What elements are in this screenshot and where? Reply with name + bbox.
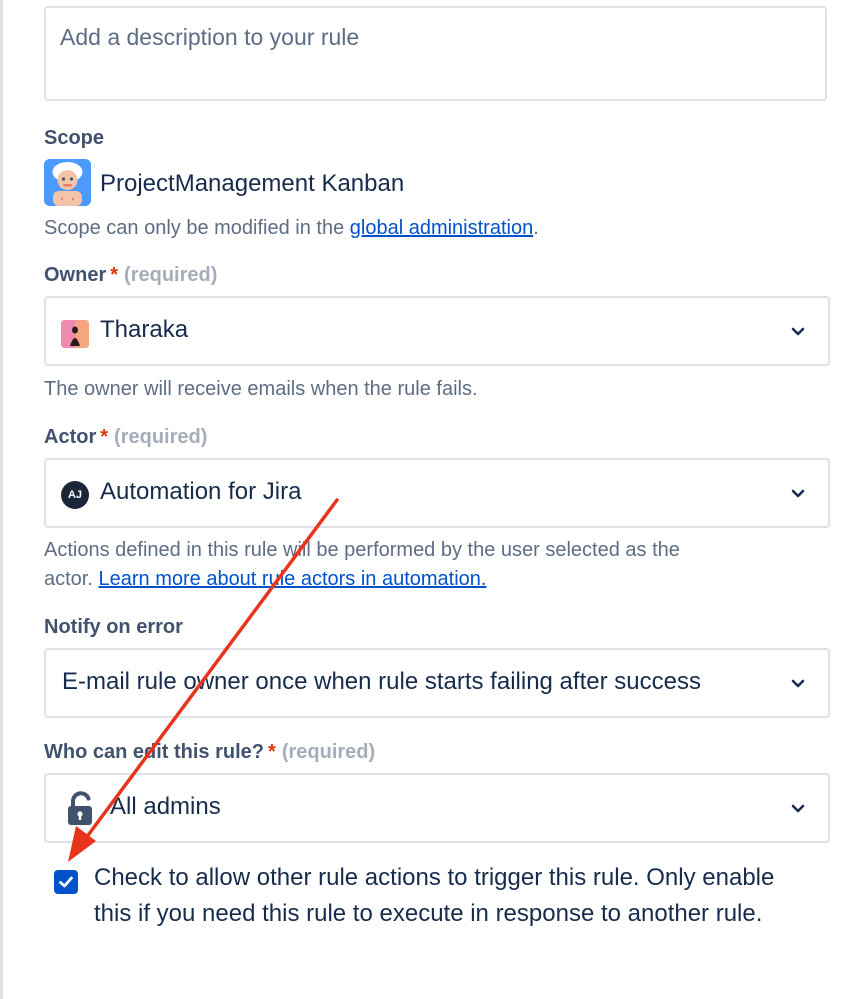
owner-value: Tharaka <box>100 316 189 343</box>
editors-label-text: Who can edit this rule? <box>44 741 265 763</box>
scope-help-text: Scope can only be modified in the global… <box>44 214 539 243</box>
description-textarea[interactable]: Add a description to your rule <box>44 6 827 101</box>
checkmark-icon <box>59 876 73 888</box>
owner-help-text: The owner will receive emails when the r… <box>44 378 478 400</box>
actor-help-line2-prefix: actor. <box>44 568 99 590</box>
scope-project-name: ProjectManagement Kanban <box>100 170 405 197</box>
scope-help-prefix: Scope can only be modified in the <box>44 217 350 239</box>
required-hint: (required) <box>114 426 208 448</box>
editors-label: Who can edit this rule? * (required) <box>44 741 375 764</box>
scope-help-suffix: . <box>533 217 539 239</box>
required-hint: (required) <box>124 264 218 286</box>
chevron-down-icon <box>791 327 805 336</box>
owner-label: Owner * (required) <box>44 264 217 287</box>
required-asterisk: * <box>100 426 109 448</box>
notify-select[interactable]: E-mail rule owner once when rule starts … <box>44 648 830 718</box>
required-asterisk: * <box>268 741 276 763</box>
chevron-down-icon <box>791 679 805 688</box>
required-asterisk: * <box>110 264 119 286</box>
actor-help-text: Actions defined in this rule will be per… <box>44 536 814 594</box>
chevron-down-icon <box>791 489 805 498</box>
actor-label-text: Actor <box>44 426 97 448</box>
actor-select[interactable]: AJ Automation for Jira <box>44 458 830 528</box>
actor-label: Actor * (required) <box>44 426 207 449</box>
allow-trigger-checkbox[interactable] <box>54 870 78 894</box>
editors-select[interactable]: All admins <box>44 773 830 843</box>
description-placeholder: Add a description to your rule <box>60 24 360 50</box>
actor-help-line1: Actions defined in this rule will be per… <box>44 539 680 561</box>
owner-label-text: Owner <box>44 264 107 286</box>
actor-avatar: AJ <box>61 481 89 509</box>
scope-label: Scope <box>44 127 105 149</box>
project-avatar-icon <box>44 159 91 206</box>
global-administration-link[interactable]: global administration <box>350 217 533 239</box>
notify-label: Notify on error <box>44 616 183 638</box>
required-hint: (required) <box>281 741 376 763</box>
rule-actors-link[interactable]: Learn more about rule actors in automati… <box>98 568 486 590</box>
owner-avatar <box>61 320 89 348</box>
actor-value: Automation for Jira <box>100 478 302 505</box>
notify-value: E-mail rule owner once when rule starts … <box>62 668 701 695</box>
panel-left-border <box>0 0 3 999</box>
unlock-icon <box>68 791 92 825</box>
chevron-down-icon <box>791 804 805 813</box>
allow-trigger-label: Check to allow other rule actions to tri… <box>94 864 775 927</box>
editors-value: All admins <box>110 793 221 820</box>
owner-select[interactable]: Tharaka <box>44 296 830 366</box>
